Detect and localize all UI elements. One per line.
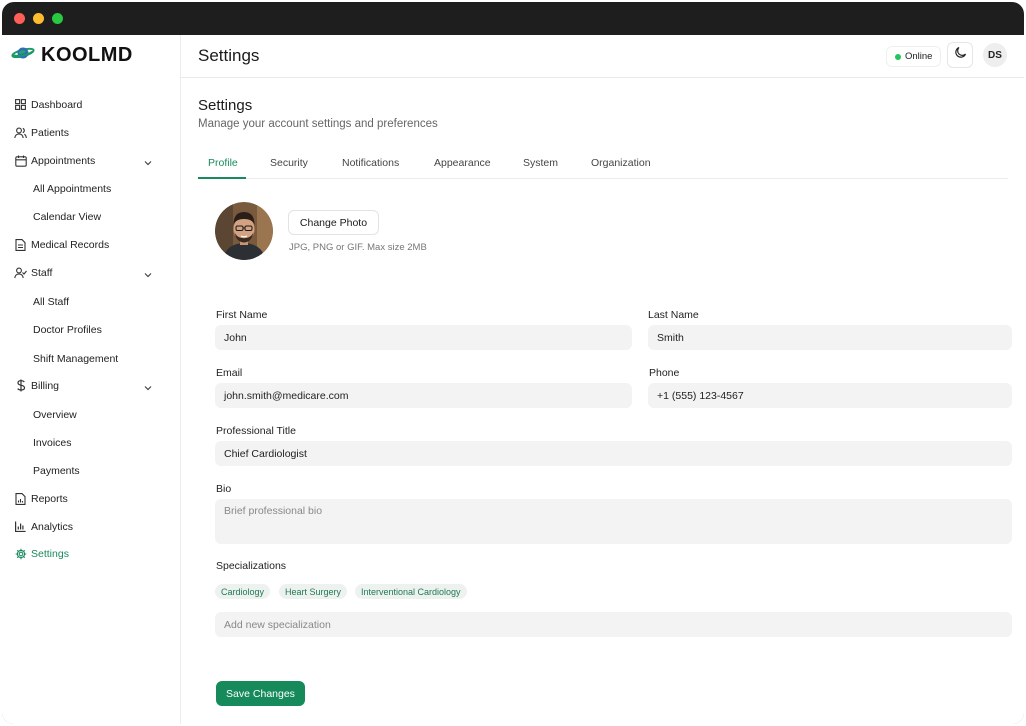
app-window: KOOLMD Dashboard Patients Appointments A…: [2, 2, 1024, 724]
app-content: KOOLMD Dashboard Patients Appointments A…: [2, 35, 1024, 724]
sidebar-item-reports[interactable]: Reports: [2, 487, 180, 511]
phone-label: Phone: [649, 367, 680, 379]
dollar-icon: [14, 379, 27, 392]
professional-title-label: Professional Title: [216, 425, 296, 437]
sidebar-item-label: Appointments: [31, 155, 96, 167]
sidebar-item-label: All Appointments: [33, 183, 112, 195]
sidebar-item-label: Shift Management: [33, 353, 119, 365]
active-tab-indicator: [198, 177, 246, 179]
page-subtitle: Manage your account settings and prefere…: [198, 118, 438, 130]
sidebar-item-label: Invoices: [33, 437, 72, 449]
sidebar-item-analytics[interactable]: Analytics: [2, 515, 180, 539]
status-text: Online: [905, 51, 933, 62]
sidebar-item-all-staff[interactable]: All Staff: [2, 290, 180, 314]
sidebar-item-medical-records[interactable]: Medical Records: [2, 233, 180, 257]
tab-profile[interactable]: Profile: [208, 157, 238, 169]
change-photo-button[interactable]: Change Photo: [288, 210, 379, 235]
sidebar-item-staff[interactable]: Staff: [2, 261, 180, 285]
minimize-window-button[interactable]: [33, 13, 44, 24]
user-avatar[interactable]: DS: [983, 43, 1007, 67]
sidebar-item-label: Dashboard: [31, 99, 83, 111]
online-status-dot: [895, 53, 901, 60]
tab-organization[interactable]: Organization: [591, 157, 651, 169]
status-badge: Online: [886, 46, 942, 67]
save-changes-button[interactable]: Save Changes: [216, 681, 305, 706]
window-titlebar: [2, 2, 1024, 35]
tab-system[interactable]: System: [523, 157, 558, 169]
gear-icon: [14, 547, 27, 560]
tab-appearance[interactable]: Appearance: [434, 157, 491, 169]
settings-tabs: Profile Security Notifications Appearanc…: [198, 148, 1008, 179]
professional-title-field[interactable]: Chief Cardiologist: [215, 441, 1012, 466]
sidebar-item-label: All Staff: [33, 296, 69, 308]
tab-notifications[interactable]: Notifications: [342, 157, 399, 169]
sidebar-item-overview[interactable]: Overview: [2, 403, 180, 427]
main-content: Settings Manage your account settings an…: [181, 79, 1024, 724]
grid-icon: [14, 98, 27, 111]
planet-icon: [11, 44, 35, 67]
sidebar-item-label: Staff: [31, 267, 53, 279]
header-title: Settings: [198, 46, 260, 65]
maximize-window-button[interactable]: [52, 13, 63, 24]
sidebar-item-shift-management[interactable]: Shift Management: [2, 347, 180, 371]
specialization-tag[interactable]: Interventional Cardiology: [355, 584, 467, 599]
chevron-down-icon[interactable]: [143, 380, 153, 391]
sidebar-item-label: Medical Records: [31, 239, 110, 251]
sidebar-item-label: Reports: [31, 493, 68, 505]
sidebar-item-label: Calendar View: [33, 211, 102, 223]
sidebar-item-billing[interactable]: Billing: [2, 374, 180, 398]
bio-textarea[interactable]: Brief professional bio: [215, 499, 1012, 544]
close-window-button[interactable]: [14, 13, 25, 24]
first-name-label: First Name: [216, 309, 268, 321]
sidebar-item-invoices[interactable]: Invoices: [2, 431, 180, 455]
document-icon: [14, 238, 27, 251]
last-name-label: Last Name: [648, 309, 699, 321]
sidebar-item-appointments[interactable]: Appointments: [2, 149, 180, 173]
top-header: Settings Online DS: [181, 35, 1024, 78]
last-name-field[interactable]: Smith: [648, 325, 1012, 350]
sidebar-item-label: Analytics: [31, 521, 74, 533]
sidebar: KOOLMD Dashboard Patients Appointments A…: [2, 35, 181, 724]
user-check-icon: [14, 266, 27, 279]
bio-label: Bio: [216, 483, 232, 495]
sidebar-item-all-appointments[interactable]: All Appointments: [2, 177, 180, 201]
users-icon: [14, 126, 27, 139]
specialization-tag[interactable]: Heart Surgery: [279, 584, 348, 599]
sidebar-item-calendar-view[interactable]: Calendar View: [2, 205, 180, 229]
sidebar-item-label: Overview: [33, 409, 77, 421]
brand-name: KOOLMD: [41, 44, 133, 66]
profile-photo: [215, 202, 273, 260]
bar-chart-icon: [14, 520, 27, 533]
sidebar-item-label: Settings: [31, 548, 69, 560]
sidebar-item-patients[interactable]: Patients: [2, 121, 180, 145]
phone-field[interactable]: +1 (555) 123-4567: [648, 383, 1012, 408]
tab-security[interactable]: Security: [270, 157, 308, 169]
sidebar-item-label: Doctor Profiles: [33, 324, 102, 336]
email-field[interactable]: john.smith@medicare.com: [215, 383, 632, 408]
add-specialization-input[interactable]: Add new specialization: [215, 612, 1012, 637]
photo-hint: JPG, PNG or GIF. Max size 2MB: [289, 242, 427, 253]
calendar-icon: [14, 154, 27, 167]
sidebar-item-label: Payments: [33, 465, 80, 477]
specializations-label: Specializations: [216, 560, 287, 572]
first-name-field[interactable]: John: [215, 325, 632, 350]
sidebar-item-settings[interactable]: Settings: [2, 542, 180, 566]
sidebar-item-dashboard[interactable]: Dashboard: [2, 93, 180, 117]
sidebar-item-doctor-profiles[interactable]: Doctor Profiles: [2, 318, 180, 342]
sidebar-item-label: Billing: [31, 380, 60, 392]
report-icon: [14, 492, 27, 505]
theme-toggle-button[interactable]: [947, 42, 973, 68]
moon-icon: [954, 46, 967, 64]
email-label: Email: [216, 367, 243, 379]
chevron-down-icon[interactable]: [143, 267, 153, 278]
chevron-down-icon[interactable]: [143, 155, 153, 166]
page-title: Settings: [198, 97, 253, 114]
sidebar-item-payments[interactable]: Payments: [2, 459, 180, 483]
brand[interactable]: KOOLMD: [11, 44, 133, 67]
specialization-tag[interactable]: Cardiology: [215, 584, 271, 599]
sidebar-item-label: Patients: [31, 127, 69, 139]
